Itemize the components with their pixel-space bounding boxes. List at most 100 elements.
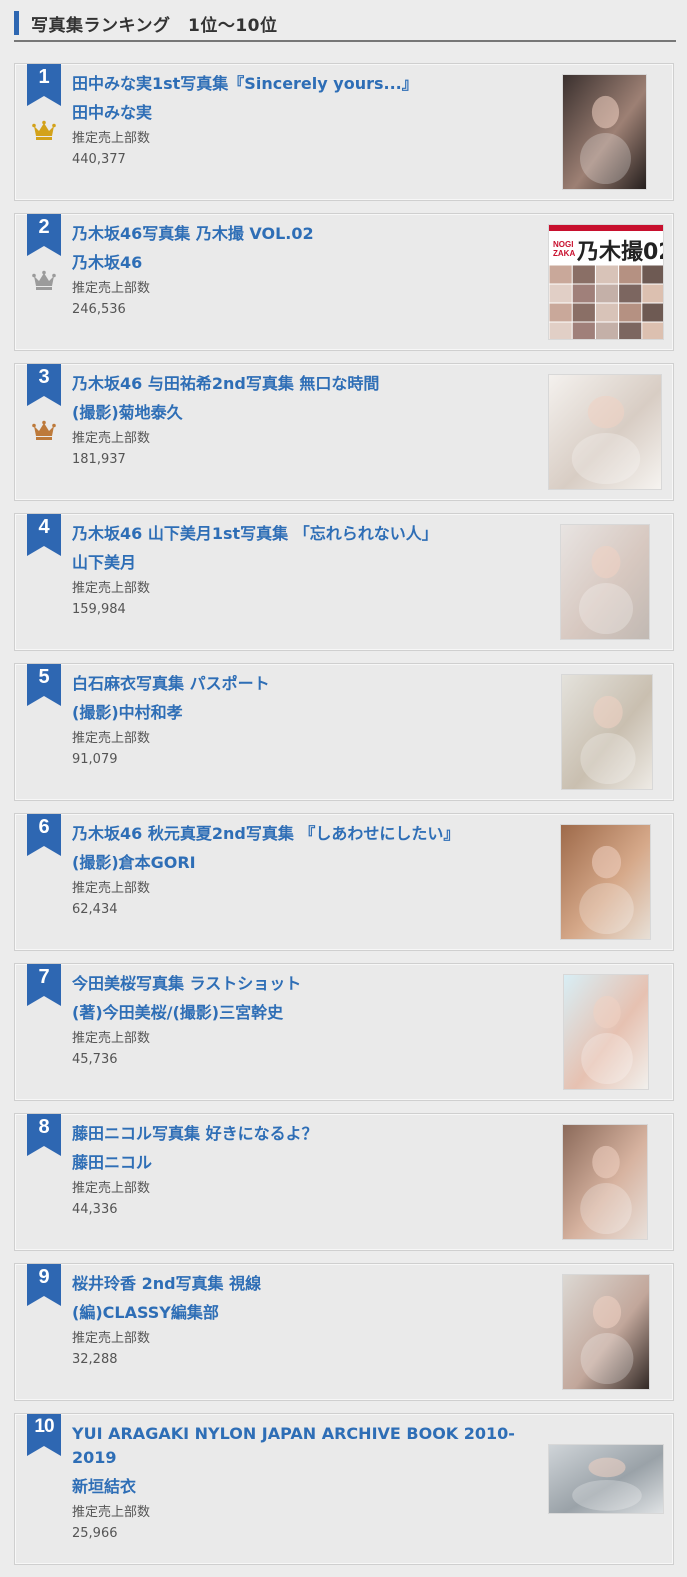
- book-cover-image[interactable]: NOGI ZAKA 乃木撮02: [548, 224, 664, 340]
- item-title-link[interactable]: 今田美桜写真集 ラストショット: [72, 972, 532, 996]
- item-author-link[interactable]: (撮影)菊地泰久: [72, 401, 532, 425]
- ranking-item[interactable]: 10 YUI ARAGAKI NYLON JAPAN ARCHIVE BOOK …: [14, 1413, 674, 1565]
- sales-label: 推定売上部数: [72, 1031, 151, 1046]
- item-info: 乃木坂46写真集 乃木撮 VOL.02 乃木坂46 推定売上部数 246,536: [72, 222, 532, 319]
- sales-label: 推定売上部数: [72, 581, 151, 596]
- rank-badge: 7: [27, 964, 61, 1006]
- ranking-item[interactable]: 5 白石麻衣写真集 パスポート (撮影)中村和孝 推定売上部数 91,079: [14, 663, 674, 801]
- item-title-link[interactable]: YUI ARAGAKI NYLON JAPAN ARCHIVE BOOK 201…: [72, 1422, 532, 1470]
- ranking-item[interactable]: 4 乃木坂46 山下美月1st写真集 「忘れられない人」 山下美月 推定売上部数…: [14, 513, 674, 651]
- item-info: 乃木坂46 山下美月1st写真集 「忘れられない人」 山下美月 推定売上部数 1…: [72, 522, 532, 619]
- sales-count: 44,336: [72, 1202, 118, 1217]
- sales-count: 32,288: [72, 1352, 118, 1367]
- item-author-link[interactable]: (撮影)中村和孝: [72, 701, 532, 725]
- sales-count: 159,984: [72, 602, 126, 617]
- item-author-link[interactable]: 藤田ニコル: [72, 1151, 532, 1175]
- item-info: YUI ARAGAKI NYLON JAPAN ARCHIVE BOOK 201…: [72, 1422, 532, 1543]
- rank-number: 4: [38, 516, 50, 538]
- book-cover-image[interactable]: [562, 1274, 650, 1390]
- item-info: 桜井玲香 2nd写真集 視線 (編)CLASSY編集部 推定売上部数 32,28…: [72, 1272, 532, 1369]
- sales-label: 推定売上部数: [72, 281, 151, 296]
- rank-badge: 4: [27, 514, 61, 556]
- rank-badge: 1: [27, 64, 61, 106]
- item-info: 乃木坂46 与田祐希2nd写真集 無口な時間 (撮影)菊地泰久 推定売上部数 1…: [72, 372, 532, 469]
- book-cover-image[interactable]: [562, 74, 647, 190]
- book-cover-image[interactable]: [562, 1124, 648, 1240]
- ranking-item[interactable]: 2 乃木坂46写真集 乃木撮 VOL.02 乃木坂46 推定売上部数 246,5…: [14, 213, 674, 351]
- rank-number: 9: [38, 1266, 50, 1288]
- rank-number: 8: [38, 1116, 50, 1138]
- rank-number: 2: [38, 216, 50, 238]
- sales-count: 45,736: [72, 1052, 118, 1067]
- sales-count: 62,434: [72, 902, 118, 917]
- item-title-link[interactable]: 田中みな実1st写真集『Sincerely yours...』: [72, 72, 532, 96]
- svg-text:乃木撮02: 乃木撮02: [576, 239, 664, 265]
- item-title-link[interactable]: 桜井玲香 2nd写真集 視線: [72, 1272, 532, 1296]
- item-info: 乃木坂46 秋元真夏2nd写真集 『しあわせにしたい』 (撮影)倉本GORI 推…: [72, 822, 532, 919]
- rank-badge: 9: [27, 1264, 61, 1306]
- item-author-link[interactable]: 田中みな実: [72, 101, 532, 125]
- item-title-link[interactable]: 乃木坂46 秋元真夏2nd写真集 『しあわせにしたい』: [72, 822, 532, 846]
- sales-count: 181,937: [72, 452, 126, 467]
- rank-number: 1: [38, 66, 50, 88]
- rank-number: 3: [38, 366, 50, 388]
- rank-badge: 10: [27, 1414, 61, 1456]
- item-author-link[interactable]: 新垣結衣: [72, 1475, 532, 1499]
- sales-count: 25,966: [72, 1526, 118, 1541]
- sales-count: 91,079: [72, 752, 118, 767]
- ranking-item[interactable]: 8 藤田ニコル写真集 好きになるよ？ 藤田ニコル 推定売上部数 44,336: [14, 1113, 674, 1251]
- item-info: 藤田ニコル写真集 好きになるよ？ 藤田ニコル 推定売上部数 44,336: [72, 1122, 532, 1219]
- item-author-link[interactable]: (著)今田美桜/(撮影)三宮幹史: [72, 1001, 532, 1025]
- book-cover-image[interactable]: [560, 524, 650, 640]
- crown-icon: [32, 420, 56, 440]
- ranking-list: 1 田中みな実1st写真集『Sincerely yours...』 田中みな実 …: [14, 63, 676, 1577]
- section-header: 写真集ランキング 1位〜10位: [14, 10, 676, 42]
- rank-badge: 3: [27, 364, 61, 406]
- item-info: 今田美桜写真集 ラストショット (著)今田美桜/(撮影)三宮幹史 推定売上部数 …: [72, 972, 532, 1069]
- ranking-item[interactable]: 1 田中みな実1st写真集『Sincerely yours...』 田中みな実 …: [14, 63, 674, 201]
- item-author-link[interactable]: 乃木坂46: [72, 251, 532, 275]
- crown-icon: [32, 270, 56, 290]
- ranking-item[interactable]: 9 桜井玲香 2nd写真集 視線 (編)CLASSY編集部 推定売上部数 32,…: [14, 1263, 674, 1401]
- crown-icon: [32, 120, 56, 140]
- sales-label: 推定売上部数: [72, 131, 151, 146]
- item-title-link[interactable]: 乃木坂46 山下美月1st写真集 「忘れられない人」: [72, 522, 532, 546]
- rank-number: 5: [38, 666, 50, 688]
- item-title-link[interactable]: 白石麻衣写真集 パスポート: [72, 672, 532, 696]
- sales-label: 推定売上部数: [72, 731, 151, 746]
- rank-number: 10: [34, 1416, 54, 1437]
- item-title-link[interactable]: 乃木坂46写真集 乃木撮 VOL.02: [72, 222, 532, 246]
- sales-count: 440,377: [72, 152, 126, 167]
- rank-badge: 5: [27, 664, 61, 706]
- sales-label: 推定売上部数: [72, 881, 151, 896]
- book-cover-image[interactable]: [561, 674, 653, 790]
- sales-label: 推定売上部数: [72, 431, 151, 446]
- item-author-link[interactable]: (撮影)倉本GORI: [72, 851, 532, 875]
- sales-count: 246,536: [72, 302, 126, 317]
- rank-number: 7: [38, 966, 50, 988]
- svg-text:ZAKA: ZAKA: [553, 249, 575, 258]
- svg-text:NOGI: NOGI: [553, 240, 573, 249]
- rank-badge: 8: [27, 1114, 61, 1156]
- ranking-item[interactable]: 3 乃木坂46 与田祐希2nd写真集 無口な時間 (撮影)菊地泰久 推定売上部数…: [14, 363, 674, 501]
- header-accent-bar: [14, 11, 19, 35]
- book-cover-image[interactable]: [560, 824, 651, 940]
- ranking-item[interactable]: 7 今田美桜写真集 ラストショット (著)今田美桜/(撮影)三宮幹史 推定売上部…: [14, 963, 674, 1101]
- book-cover-image[interactable]: [548, 374, 662, 490]
- page-title: 写真集ランキング 1位〜10位: [31, 16, 278, 36]
- sales-label: 推定売上部数: [72, 1505, 151, 1520]
- item-title-link[interactable]: 乃木坂46 与田祐希2nd写真集 無口な時間: [72, 372, 532, 396]
- book-cover-image[interactable]: [563, 974, 649, 1090]
- rank-number: 6: [38, 816, 50, 838]
- item-author-link[interactable]: (編)CLASSY編集部: [72, 1301, 532, 1325]
- item-info: 田中みな実1st写真集『Sincerely yours...』 田中みな実 推定…: [72, 72, 532, 169]
- ranking-item[interactable]: 6 乃木坂46 秋元真夏2nd写真集 『しあわせにしたい』 (撮影)倉本GORI…: [14, 813, 674, 951]
- sales-label: 推定売上部数: [72, 1331, 151, 1346]
- item-author-link[interactable]: 山下美月: [72, 551, 532, 575]
- rank-badge: 2: [27, 214, 61, 256]
- item-info: 白石麻衣写真集 パスポート (撮影)中村和孝 推定売上部数 91,079: [72, 672, 532, 769]
- book-cover-image[interactable]: [548, 1444, 664, 1514]
- item-title-link[interactable]: 藤田ニコル写真集 好きになるよ？: [72, 1122, 532, 1146]
- rank-badge: 6: [27, 814, 61, 856]
- sales-label: 推定売上部数: [72, 1181, 151, 1196]
